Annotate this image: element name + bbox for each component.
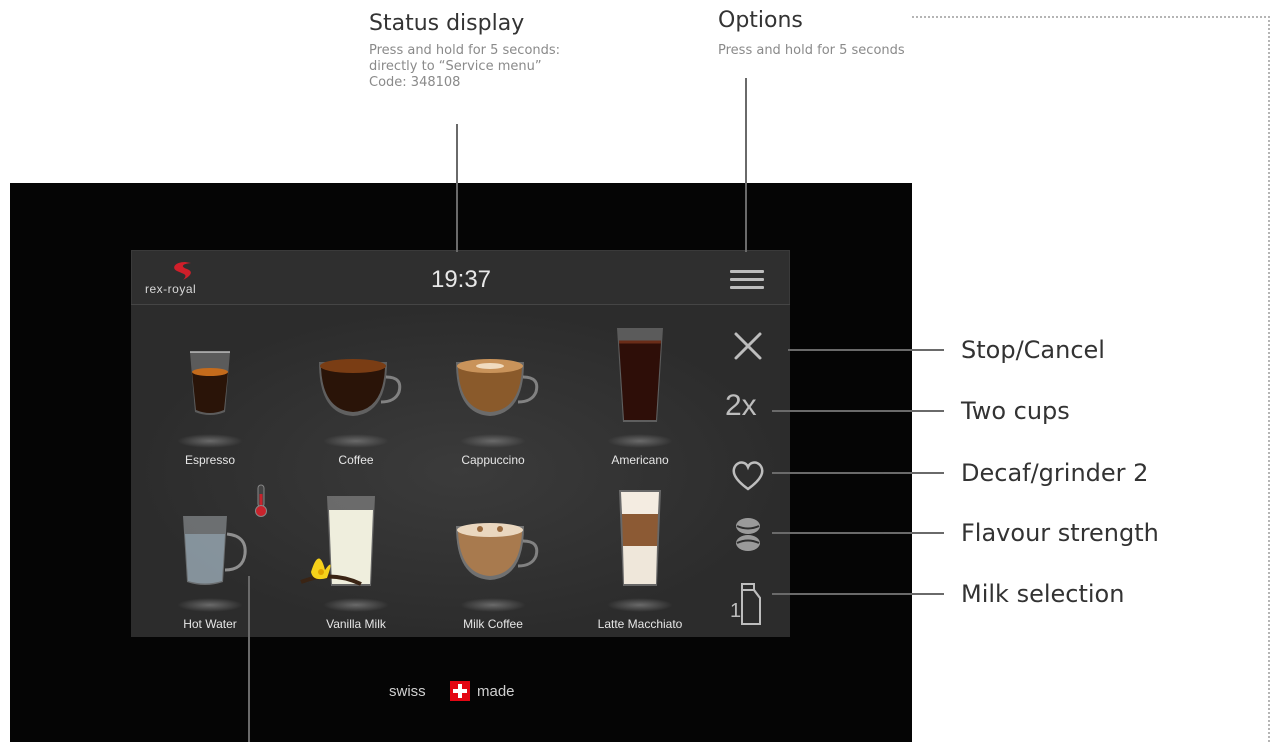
heart-icon xyxy=(732,461,764,491)
coffee-cup-icon xyxy=(319,359,402,416)
coffee-bean-icon xyxy=(736,518,760,551)
beverage-espresso[interactable]: Espresso xyxy=(145,322,275,472)
beverage-label: Hot Water xyxy=(183,617,237,631)
beverage-vanilla-milk[interactable]: Vanilla Milk xyxy=(291,486,421,636)
close-icon xyxy=(734,332,762,360)
beverage-label: Espresso xyxy=(184,453,236,467)
vanilla-milk-glass-icon xyxy=(300,496,375,586)
swiss-made-badge: swiss made xyxy=(389,681,549,703)
hamburger-line xyxy=(730,286,764,289)
latte-macchiato-glass-icon xyxy=(619,490,661,586)
two-cups-leader xyxy=(772,410,944,412)
touch-screen: rex-royal 19:37 Espresso Coffee Cappucci… xyxy=(131,250,790,637)
milk-leader xyxy=(772,593,944,595)
decaf-grinder-label: Decaf/grinder 2 xyxy=(961,459,1149,487)
hamburger-line xyxy=(730,278,764,281)
flavour-strength-button[interactable] xyxy=(728,516,768,556)
options-line-1: Press and hold for 5 seconds xyxy=(718,43,905,58)
decaf-leader xyxy=(772,472,944,474)
options-title: Options xyxy=(718,8,803,33)
thermometer-icon xyxy=(252,484,270,518)
flavour-strength-label: Flavour strength xyxy=(961,519,1159,547)
beverage-label: Coffee xyxy=(338,453,374,467)
milk-selection-label: Milk selection xyxy=(961,580,1125,608)
options-menu-button[interactable] xyxy=(730,270,764,290)
status-display-line-2: directly to “Service menu” xyxy=(369,59,542,74)
rex-royal-swoosh-icon xyxy=(174,262,191,280)
status-display-clock[interactable]: 19:37 xyxy=(416,266,506,294)
beverage-americano[interactable]: Americano xyxy=(575,322,705,472)
flavour-leader xyxy=(772,532,944,534)
swiss-text: swiss xyxy=(389,683,426,700)
cappuccino-cup-icon xyxy=(456,359,539,416)
status-display-line-1: Press and hold for 5 seconds: xyxy=(369,43,561,58)
options-leader xyxy=(745,78,747,252)
status-display-title: Status display xyxy=(369,11,525,36)
decaf-grinder-button[interactable] xyxy=(728,455,768,495)
beverage-label: Milk Coffee xyxy=(463,617,523,631)
status-display-line-3: Code: 348108 xyxy=(369,75,461,90)
stop-cancel-leader xyxy=(788,349,944,351)
swiss-flag-icon xyxy=(450,681,470,701)
stop-cancel-button[interactable] xyxy=(728,328,768,368)
header-divider xyxy=(131,304,790,305)
two-cups-label: 2x xyxy=(725,389,757,422)
espresso-cup-icon xyxy=(190,351,230,415)
milk-coffee-cup-icon xyxy=(456,523,539,580)
hot-water-leader xyxy=(248,576,250,742)
two-cups-callout-label: Two cups xyxy=(961,397,1070,425)
americano-glass-icon xyxy=(617,328,663,422)
dotted-border-top xyxy=(912,16,1270,18)
brand-name: rex-royal xyxy=(145,282,197,296)
beverage-milk-coffee[interactable]: Milk Coffee xyxy=(428,486,558,636)
beverage-label: Cappuccino xyxy=(461,453,525,467)
hamburger-menu-icon xyxy=(730,270,764,273)
beverage-latte-macchiato[interactable]: Latte Macchiato xyxy=(575,486,705,636)
beverage-label: Americano xyxy=(611,453,669,467)
milk-selection-button[interactable]: 1 xyxy=(728,576,768,626)
made-text: made xyxy=(477,683,515,700)
beverage-cappuccino[interactable]: Cappuccino xyxy=(428,322,558,472)
brand-logo: rex-royal xyxy=(145,260,235,298)
beverage-label: Latte Macchiato xyxy=(597,617,683,631)
beverage-coffee[interactable]: Coffee xyxy=(291,322,421,472)
dotted-border-right xyxy=(1268,16,1270,742)
beverage-label: Vanilla Milk xyxy=(326,617,386,631)
stop-cancel-label: Stop/Cancel xyxy=(961,336,1105,364)
status-display-leader xyxy=(456,124,458,252)
milk-selection-number: 1 xyxy=(730,600,742,622)
two-cups-button[interactable]: 2x xyxy=(725,389,771,429)
